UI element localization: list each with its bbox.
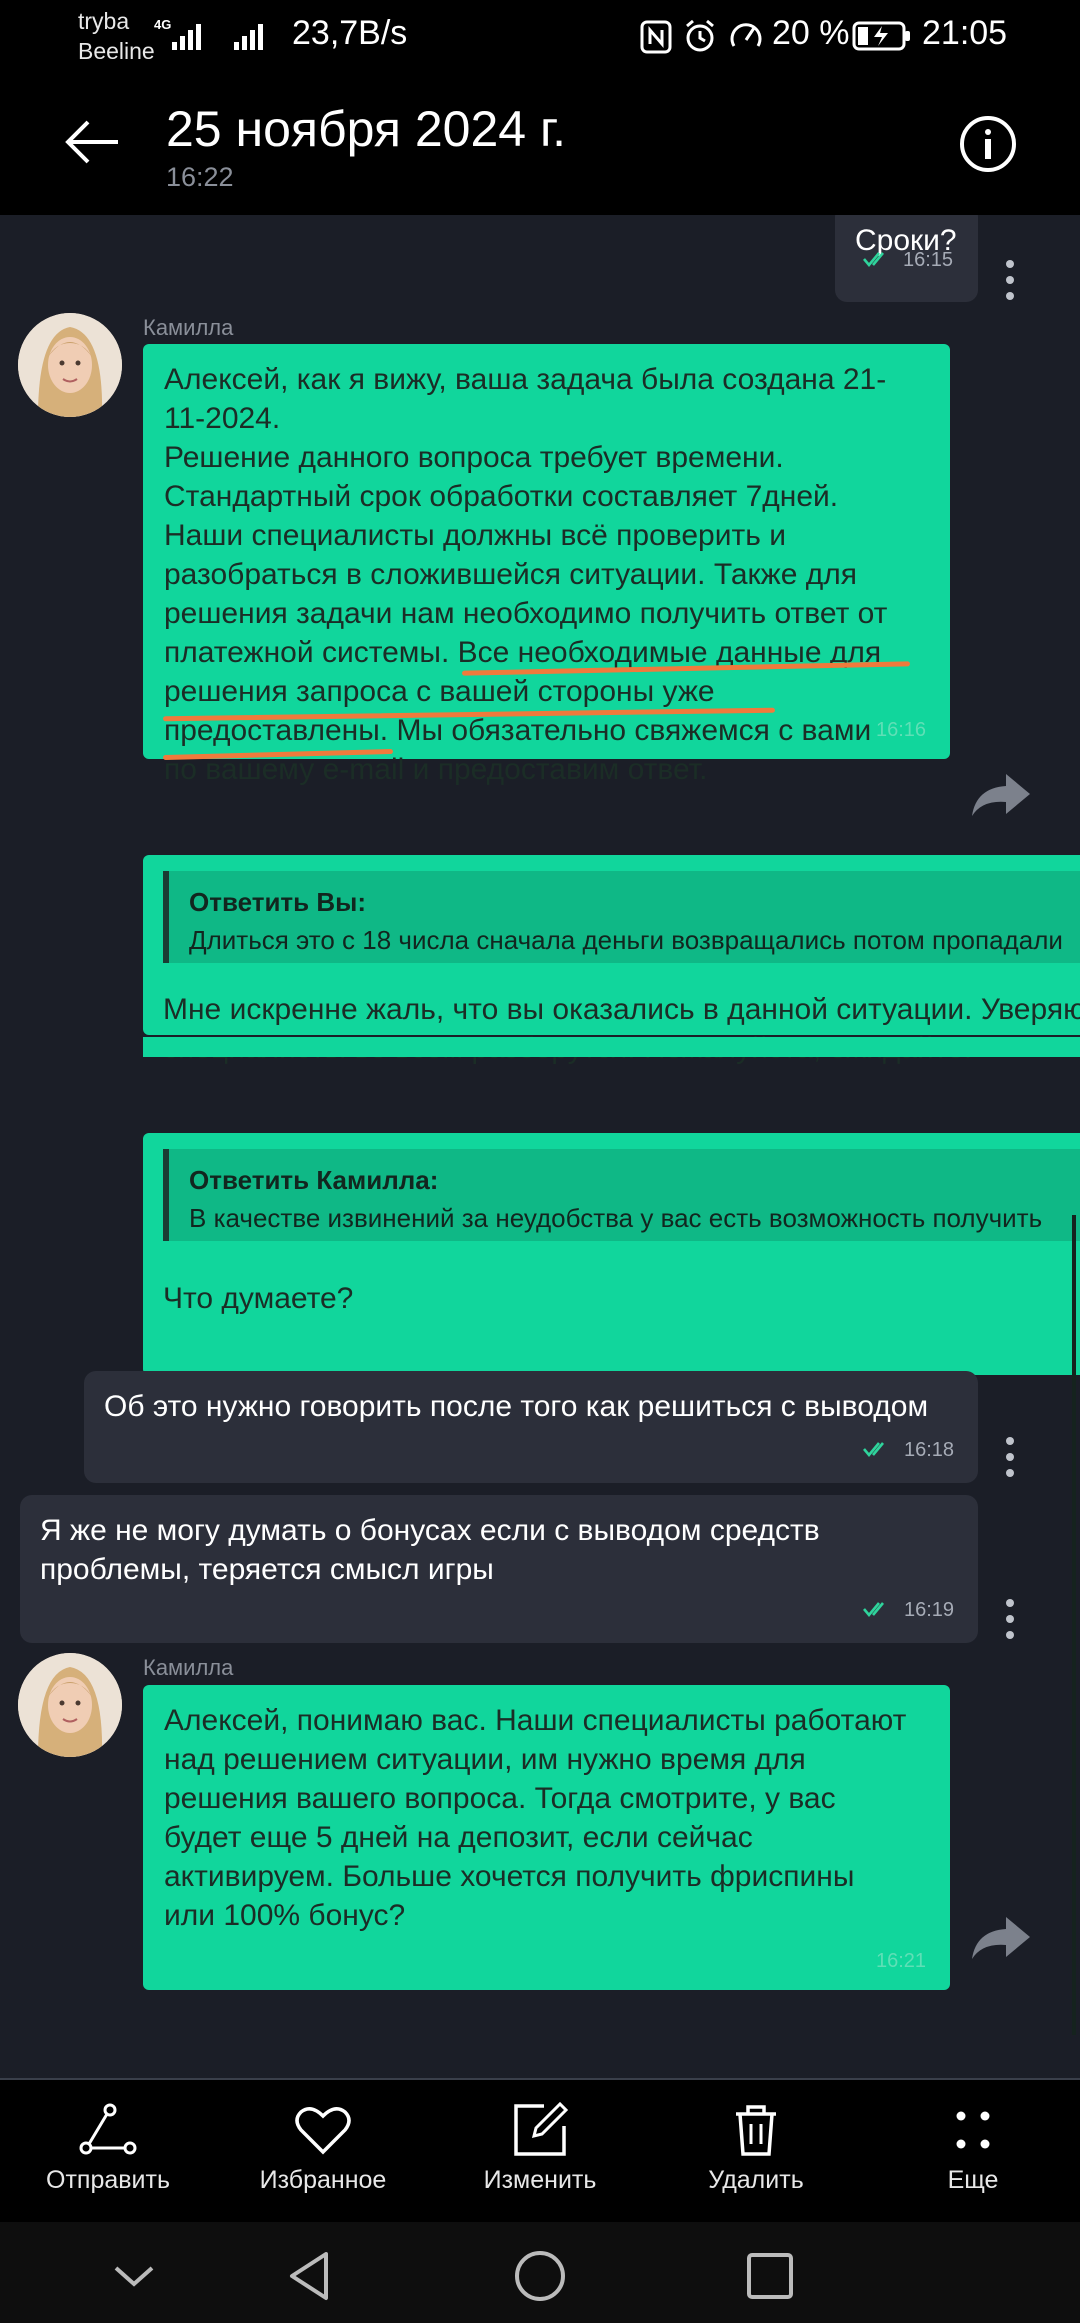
message-menu-icon[interactable] <box>1004 1599 1016 1645</box>
message-bubble-incoming[interactable]: Алексей, как я вижу, ваша задача была со… <box>143 344 950 786</box>
double-check-icon <box>863 1602 884 1618</box>
network-type: 4G <box>154 17 172 32</box>
reply-quote[interactable]: Ответить Камилла: В качестве извинений з… <box>163 1149 1080 1241</box>
message-bubble-incoming[interactable]: Ответить Вы: Длиться это с 18 числа снач… <box>143 855 1080 1065</box>
network-speed: 23,7B/s <box>292 14 408 52</box>
trash-icon <box>736 2105 776 2156</box>
share-icon <box>79 2103 137 2155</box>
clock: 21:05 <box>922 14 1008 52</box>
share-button[interactable]: Отправить <box>28 2102 188 2195</box>
double-check-icon <box>863 252 884 268</box>
chat-header: 25 ноября 2024 г. 16:22 <box>0 80 1080 215</box>
delete-button[interactable]: Удалить <box>676 2102 836 2195</box>
message-bubble-outgoing[interactable]: Сроки? 16:15 <box>835 215 978 302</box>
page-title: 25 ноября 2024 г. <box>166 101 566 157</box>
scrollbar[interactable] <box>1072 1215 1076 2035</box>
system-nav-bar <box>0 2222 1080 2323</box>
forward-icon[interactable] <box>970 770 1032 820</box>
message-time: 16:21 <box>876 1950 927 1972</box>
avatar <box>18 313 122 417</box>
message-bubble-outgoing[interactable]: Об это нужно говорить после того как реш… <box>84 1371 978 1483</box>
more-icon <box>956 2111 990 2149</box>
message-text: Алексей, понимаю вас. Наши специалисты р… <box>164 1704 907 1932</box>
avatar-face-icon <box>18 1653 122 1757</box>
avatar <box>18 1653 122 1757</box>
message-text: Что думаете? <box>163 1282 354 1315</box>
delete-label: Удалить <box>708 2166 804 2194</box>
message-time: 16:15 <box>903 249 954 271</box>
quote-text: Длиться это с 18 числа сначала деньги во… <box>189 925 1063 955</box>
selection-action-bar: Отправить Избранное Изменить Удалить Еще <box>0 2080 1080 2222</box>
message-text: Об это нужно говорить после того как реш… <box>104 1390 929 1423</box>
heart-icon <box>295 2107 351 2155</box>
header-time: 16:22 <box>166 162 234 192</box>
favorite-label: Избранное <box>259 2166 387 2194</box>
sender-name: Камилла <box>143 315 234 340</box>
carrier-1: tryba <box>78 8 130 34</box>
quote-title: Ответить Камилла: <box>189 1165 439 1195</box>
sender-name: Камилла <box>143 1655 234 1680</box>
message-bubble-incoming[interactable]: Алексей, понимаю вас. Наши специалисты р… <box>143 1685 950 1990</box>
battery-percent: 20 % <box>772 14 850 52</box>
message-bubble-incoming[interactable]: Ответить Камилла: В качестве извинений з… <box>143 1133 1080 1375</box>
edit-icon <box>514 2102 569 2156</box>
edit-label: Изменить <box>483 2166 597 2194</box>
quote-title: Ответить Вы: <box>189 887 367 917</box>
signal-icon-2 <box>234 24 263 50</box>
message-menu-icon[interactable] <box>1004 260 1016 306</box>
chat-area: Сроки? 16:15 Камилла Алексей, как я вижу… <box>0 215 1080 2040</box>
message-menu-icon[interactable] <box>1004 1437 1016 1483</box>
status-bar: tryba Beeline 4G 23,7B/s 20 % 21:05 <box>0 0 1080 80</box>
input-separator <box>0 2040 1080 2080</box>
carrier-2: Beeline <box>78 38 155 64</box>
home-nav-icon[interactable] <box>512 2248 568 2304</box>
battery-charging-icon <box>852 21 910 51</box>
carrier-names: tryba Beeline <box>78 6 155 66</box>
double-check-icon <box>863 1442 884 1458</box>
edit-button[interactable]: Изменить <box>460 2102 620 2195</box>
favorite-button[interactable]: Избранное <box>243 2102 403 2195</box>
message-bubble-outgoing[interactable]: Я же не могу думать о бонусах если с выв… <box>20 1495 978 1643</box>
back-arrow-icon[interactable] <box>60 110 124 174</box>
more-button[interactable]: Еще <box>893 2102 1053 2195</box>
message-time: 16:16 <box>876 719 927 741</box>
more-label: Еще <box>947 2166 999 2194</box>
message-text: Алексей, как я вижу, ваша задача была со… <box>164 363 888 786</box>
share-label: Отправить <box>46 2166 170 2194</box>
message-time: 16:19 <box>904 1599 955 1621</box>
signal-icon <box>172 24 201 50</box>
data-saver-icon <box>730 23 762 47</box>
chevron-down-icon[interactable] <box>106 2248 162 2304</box>
recents-nav-icon[interactable] <box>742 2248 798 2304</box>
forward-icon[interactable] <box>970 1913 1032 1963</box>
bubble-extension <box>143 1037 1080 1057</box>
back-nav-icon[interactable] <box>282 2248 338 2304</box>
avatar-face-icon <box>18 313 122 417</box>
quote-text: В качестве извинений за неудобства у вас… <box>189 1203 1043 1233</box>
reply-quote[interactable]: Ответить Вы: Длиться это с 18 числа снач… <box>163 871 1080 963</box>
message-text: Я же не могу думать о бонусах если с выв… <box>40 1514 820 1586</box>
info-icon[interactable] <box>958 114 1018 174</box>
nfc-icon <box>640 20 672 54</box>
message-time: 16:18 <box>904 1439 955 1461</box>
alarm-icon <box>686 19 714 52</box>
